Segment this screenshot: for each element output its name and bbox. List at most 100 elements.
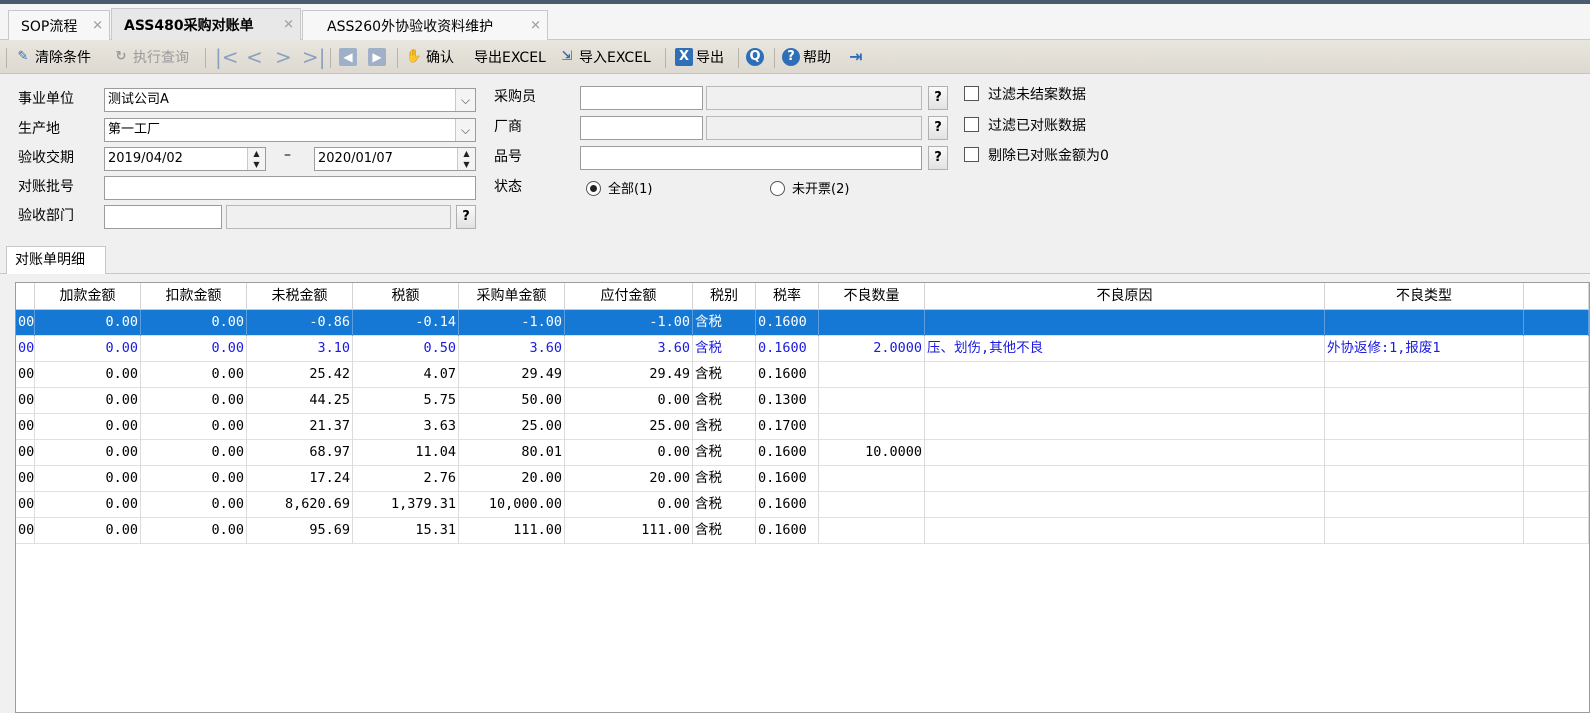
vendor-name-field (706, 116, 922, 140)
table-cell: 外协返修:1,报废1 (1325, 336, 1524, 362)
prev-record-icon[interactable]: < (246, 45, 263, 69)
part-no-input[interactable] (580, 146, 922, 170)
status-all-radio[interactable] (586, 181, 601, 196)
tab-ass260[interactable]: ASS260外协验收资料维护 ✕ (302, 10, 548, 40)
column-header[interactable]: 不良数量 (819, 283, 925, 310)
tab-sop-flow[interactable]: SOP流程 ✕ (8, 10, 110, 40)
table-cell: 25.00 (565, 414, 693, 440)
table-cell: 00 (16, 388, 35, 414)
column-header[interactable]: 未税金额 (247, 283, 353, 310)
tab-label: ASS260外协验收资料维护 (327, 18, 494, 35)
close-icon[interactable]: ✕ (530, 18, 541, 33)
column-header[interactable]: 不良类型 (1325, 283, 1524, 310)
table-cell: 0.00 (141, 414, 247, 440)
table-cell: 111.00 (459, 518, 565, 544)
acceptance-dept-lookup-button[interactable]: ? (456, 205, 476, 229)
export-excel-button[interactable]: 导出EXCEL (474, 45, 546, 69)
table-cell: 20.00 (565, 466, 693, 492)
table-cell (1524, 414, 1589, 440)
table-cell (1524, 310, 1589, 336)
tab-ass480[interactable]: ASS480采购对账单 ✕ (111, 8, 301, 41)
close-icon[interactable]: ✕ (283, 18, 294, 33)
confirm-button[interactable]: ✋ 确认 (405, 45, 454, 69)
spinner-icon[interactable]: ▲ ▼ (247, 148, 265, 170)
buyer-lookup-button[interactable]: ? (928, 86, 948, 110)
column-header[interactable]: 不良原因 (925, 283, 1325, 310)
tab-bar: SOP流程 ✕ ASS480采购对账单 ✕ ASS260外协验收资料维护 ✕ (0, 4, 1590, 41)
column-header[interactable] (16, 283, 35, 310)
column-header[interactable]: 税别 (693, 283, 756, 310)
last-record-icon[interactable]: >| (302, 45, 326, 69)
detail-tab-baseline (0, 273, 1590, 274)
buyer-code-input[interactable] (580, 86, 703, 110)
confirm-label: 确认 (426, 50, 454, 66)
business-unit-value: 测试公司A (108, 92, 169, 107)
date-from-input[interactable]: 2019/04/02 ▲ ▼ (104, 147, 266, 171)
part-no-lookup-button[interactable]: ? (928, 146, 948, 170)
table-cell: 0.1300 (756, 388, 819, 414)
table-row[interactable]: 00 0.00 0.00 21.37 3.63 25.00 25.00 含税 0.1700 (16, 414, 1589, 440)
next-page-icon[interactable]: ▶ (368, 48, 386, 66)
toolbar-separator (397, 48, 398, 68)
column-header[interactable]: 税率 (756, 283, 819, 310)
column-header[interactable]: 税额 (353, 283, 459, 310)
status-uninvoiced-radio[interactable] (770, 181, 785, 196)
import-excel-button[interactable]: ⇲ 导入EXCEL (558, 45, 651, 69)
table-cell (925, 492, 1325, 518)
table-row[interactable]: 00 0.00 0.00 68.97 11.04 80.01 0.00 含税 0.1600 10.… (16, 440, 1589, 466)
table-cell: 含税 (693, 388, 756, 414)
vendor-code-input[interactable] (580, 116, 703, 140)
table-cell (819, 388, 925, 414)
table-cell: 111.00 (565, 518, 693, 544)
column-header[interactable] (1524, 283, 1589, 310)
table-cell: 0.00 (141, 362, 247, 388)
table-row[interactable]: 00 0.00 0.00 3.10 0.50 3.60 3.60 含税 0.1600 2.0000… (16, 336, 1589, 362)
column-header[interactable]: 加款金额 (35, 283, 141, 310)
vendor-lookup-button[interactable]: ? (928, 116, 948, 140)
production-site-value: 第一工厂 (108, 122, 161, 137)
column-header[interactable]: 应付金额 (565, 283, 693, 310)
batch-no-input[interactable] (104, 176, 476, 200)
clear-conditions-button[interactable]: ✎ 清除条件 (14, 45, 91, 69)
chevron-down-icon[interactable]: ⌵ (455, 89, 475, 111)
table-cell: 0.00 (35, 336, 141, 362)
close-icon[interactable]: ✕ (92, 18, 103, 33)
search-button[interactable]: Q (746, 45, 767, 69)
date-to-input[interactable]: 2020/01/07 ▲ ▼ (314, 147, 476, 171)
table-cell: 0.00 (141, 492, 247, 518)
table-cell: 00 (16, 362, 35, 388)
table-row[interactable]: 00 0.00 0.00 44.25 5.75 50.00 0.00 含税 0.1300 (16, 388, 1589, 414)
table-row[interactable]: 00 0.00 0.00 -0.86 -0.14 -1.00 -1.00 含税 0.1600 (16, 310, 1589, 336)
column-header[interactable]: 扣款金额 (141, 283, 247, 310)
filter-unclosed-checkbox[interactable] (964, 86, 979, 101)
tab-label: SOP流程 (21, 18, 78, 35)
export-button[interactable]: X 导出 (675, 45, 724, 69)
business-unit-select[interactable]: 测试公司A ⌵ (104, 88, 476, 112)
production-site-select[interactable]: 第一工厂 ⌵ (104, 118, 476, 142)
acceptance-dept-code-input[interactable] (104, 205, 222, 229)
chevron-down-icon[interactable]: ⌵ (455, 119, 475, 141)
column-header[interactable]: 采购单金额 (459, 283, 565, 310)
table-cell: 0.1700 (756, 414, 819, 440)
first-record-icon[interactable]: |< (215, 45, 239, 69)
table-cell: 0.00 (141, 518, 247, 544)
table-row[interactable]: 00 0.00 0.00 95.69 15.31 111.00 111.00 含税 0.1600 (16, 518, 1589, 544)
table-cell (1524, 466, 1589, 492)
exclude-zero-checkbox[interactable] (964, 147, 979, 162)
exit-button[interactable]: ⇥ (847, 45, 868, 69)
table-row[interactable]: 00 0.00 0.00 8,620.69 1,379.31 10,000.00 0.00 含… (16, 492, 1589, 518)
statement-grid[interactable]: 加款金额 扣款金额 未税金额 税额 采购单金额 应付金额 税别 税率 不良数量 … (15, 282, 1590, 713)
table-cell: 3.60 (565, 336, 693, 362)
table-cell (1524, 362, 1589, 388)
filter-reconciled-checkbox[interactable] (964, 117, 979, 132)
execute-query-button[interactable]: ↻ 执行查询 (112, 45, 189, 69)
help-button[interactable]: ? 帮助 (782, 45, 831, 69)
batch-no-label: 对账批号 (18, 179, 74, 195)
next-record-icon[interactable]: > (275, 45, 292, 69)
spinner-icon[interactable]: ▲ ▼ (457, 148, 475, 170)
tab-statement-detail[interactable]: 对账单明细 (6, 246, 106, 274)
table-row[interactable]: 00 0.00 0.00 25.42 4.07 29.49 29.49 含税 0.1600 (16, 362, 1589, 388)
prev-page-icon[interactable]: ◀ (339, 48, 357, 66)
table-row[interactable]: 00 0.00 0.00 17.24 2.76 20.00 20.00 含税 0.1600 (16, 466, 1589, 492)
part-no-label: 品号 (494, 149, 522, 165)
